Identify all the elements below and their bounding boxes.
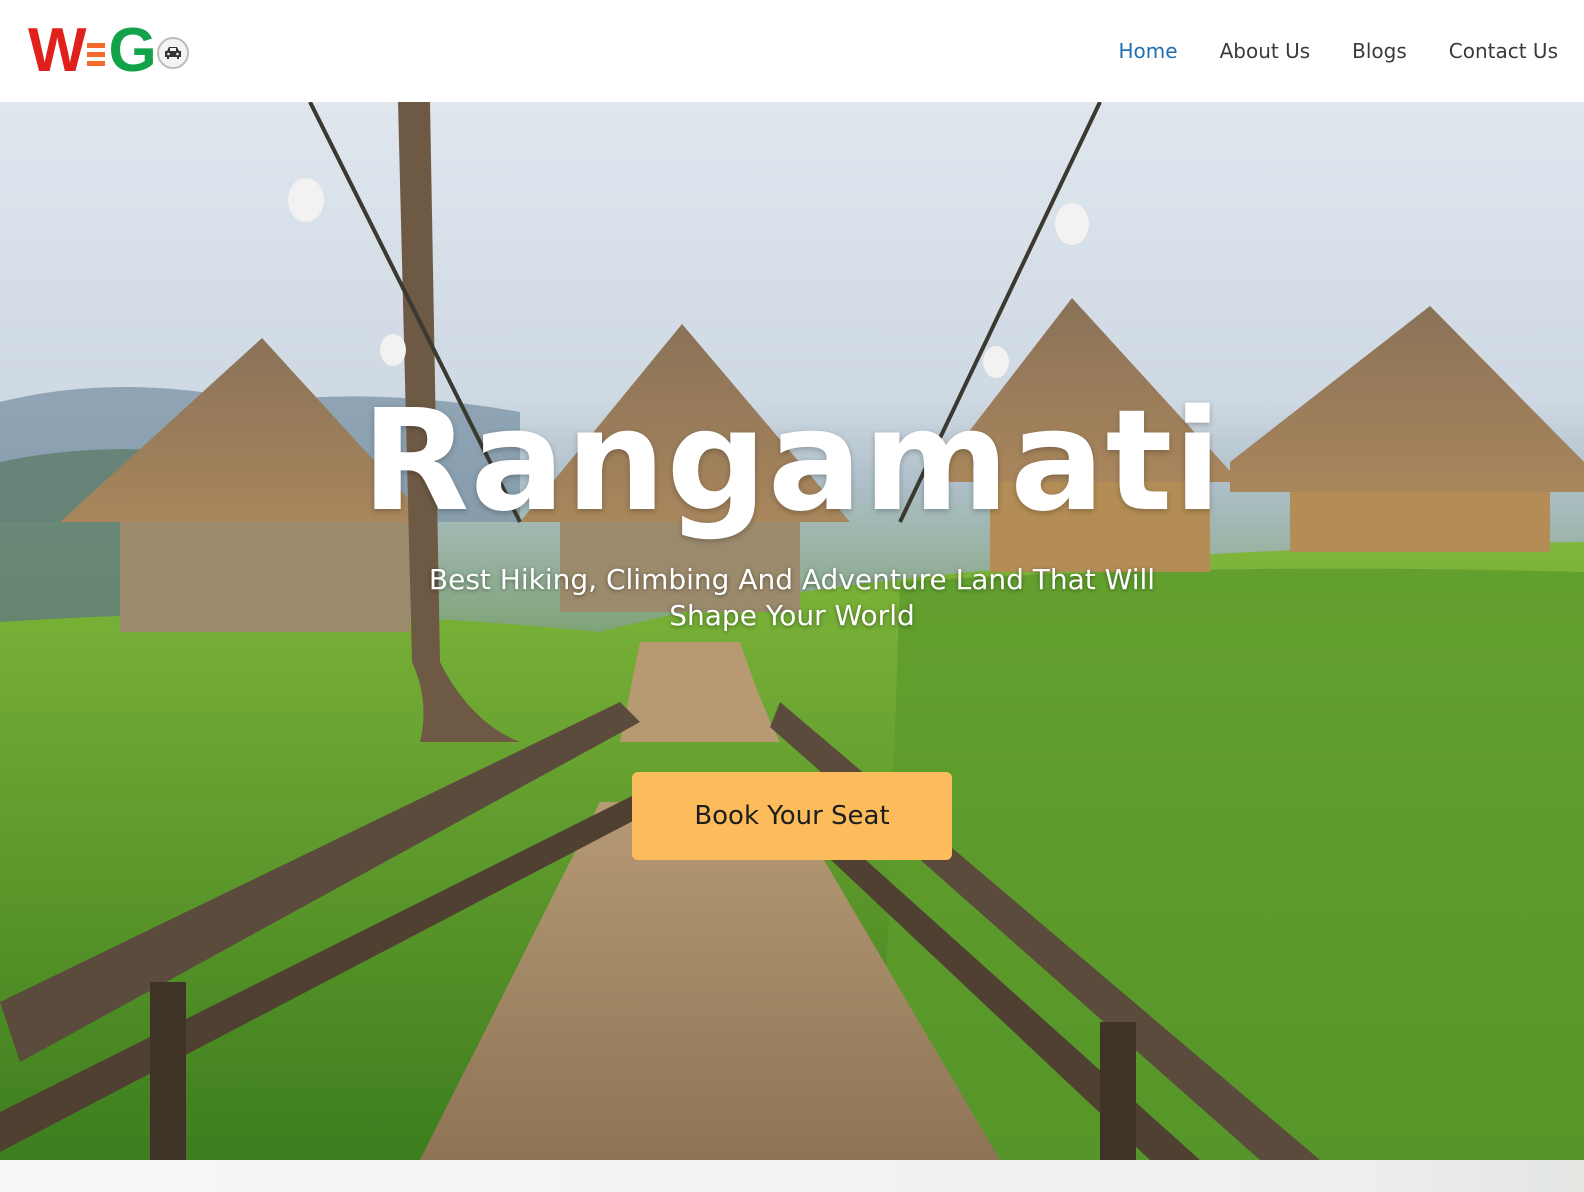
book-your-seat-button[interactable]: Book Your Seat	[632, 772, 952, 860]
logo-wordmark: W G	[28, 16, 157, 85]
main-nav: Home About Us Blogs Contact Us	[1119, 39, 1558, 63]
nav-blogs[interactable]: Blogs	[1352, 39, 1407, 63]
site-header: W G Home About Us Blogs Contact Us	[0, 0, 1584, 102]
nav-home[interactable]: Home	[1119, 39, 1178, 63]
hero-subtitle: Best Hiking, Climbing And Adventure Land…	[428, 563, 1156, 632]
nav-about-us[interactable]: About Us	[1220, 39, 1311, 63]
nav-contact-us[interactable]: Contact Us	[1449, 39, 1558, 63]
car-icon	[156, 37, 189, 69]
logo-letter-e	[86, 39, 107, 70]
next-section-edge	[0, 1160, 1584, 1192]
hero-section: Rangamati Best Hiking, Climbing And Adve…	[0, 102, 1584, 1160]
logo-letter-w: W	[28, 16, 87, 85]
hero-title: Rangamati	[361, 380, 1223, 543]
site-logo[interactable]: W G	[28, 16, 189, 85]
logo-letter-g: G	[108, 16, 157, 85]
